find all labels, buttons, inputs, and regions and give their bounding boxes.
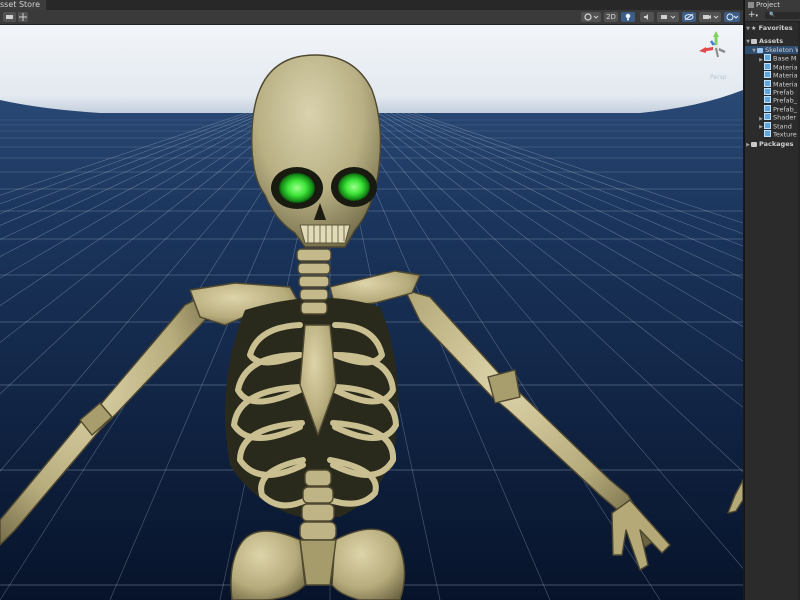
effects-dropdown[interactable] <box>657 12 679 22</box>
draw-mode-dropdown[interactable] <box>581 12 601 22</box>
tab-project[interactable]: Project <box>745 0 800 10</box>
project-tab-label: Project <box>756 1 780 9</box>
audio-icon <box>644 14 648 20</box>
gizmos-dropdown[interactable] <box>724 12 740 22</box>
hidden-objects-toggle[interactable] <box>682 12 696 22</box>
tree-item[interactable]: Materia <box>745 62 800 72</box>
favorites-label: Favorites <box>758 24 793 32</box>
projection-label[interactable]: Persp <box>710 74 727 81</box>
project-toolbar: +▾ 🔍 <box>745 10 800 22</box>
folder-icon <box>764 71 771 79</box>
draw-mode-icon <box>584 13 599 21</box>
folder-icon <box>764 79 771 87</box>
tree-item[interactable]: Materia <box>745 79 800 89</box>
tree-item-label: Texture <box>773 130 797 139</box>
chevron-down-icon: ▾ <box>755 13 759 19</box>
camera-icon <box>703 15 719 19</box>
folder-icon <box>764 54 771 62</box>
folder-icon <box>757 47 763 53</box>
tree-item[interactable]: ▶ Shader <box>745 113 800 122</box>
tree-item[interactable]: ▶ Stand <box>745 121 800 131</box>
tree-item-label: Stand <box>773 122 792 131</box>
search-input[interactable]: 🔍 <box>765 12 800 19</box>
audio-toggle-button[interactable] <box>640 12 654 22</box>
add-label: + <box>748 10 756 20</box>
project-panel: Project +▾ 🔍 ▼★ Favorites ▼ Assets ▼ Skele… <box>744 0 800 600</box>
folder-icon <box>764 62 771 70</box>
scene-viewport[interactable]: Persp <box>0 25 743 600</box>
hand-tool-button[interactable] <box>3 12 16 22</box>
folder-list: ▶ Base M Materia Materia Materia Prefab Prefab… <box>745 54 800 138</box>
project-tab-bar: Project <box>745 0 800 10</box>
scene-panel: sset Store 2D Persp <box>0 0 743 600</box>
gizmos-icon <box>726 13 739 21</box>
tree-item-label: Base M <box>773 54 797 63</box>
star-icon: ★ <box>751 25 757 32</box>
tree-item-label: Skeleton W <box>765 46 800 54</box>
tree-item[interactable]: Prefab_ <box>745 104 800 114</box>
tree-item-label: Materia <box>773 80 798 89</box>
favorites-row[interactable]: ▼★ Favorites <box>745 24 800 33</box>
tree-item-label: Materia <box>773 63 798 72</box>
packages-label: Packages <box>759 140 794 149</box>
tree-item-label: Materia <box>773 71 798 80</box>
scene-render: Persp <box>0 25 743 600</box>
scene-toolbar: 2D <box>0 10 743 25</box>
folder-icon <box>751 141 757 147</box>
folder-icon <box>764 104 771 112</box>
add-asset-button[interactable]: +▾ <box>748 10 758 22</box>
tree-item[interactable]: Materia <box>745 71 800 80</box>
folder-icon <box>751 38 757 44</box>
folder-icon <box>764 87 771 95</box>
eye-slash-icon <box>684 13 694 21</box>
folder-icon <box>764 113 771 121</box>
move-tool-icon <box>19 13 27 21</box>
tree-item-skeleton[interactable]: ▼ Skeleton W <box>745 46 800 55</box>
folder-icon <box>764 129 771 137</box>
left-eye-glow <box>279 173 315 203</box>
packages-row[interactable]: ▶ Packages <box>745 140 800 149</box>
tree-item-label: Prefab <box>773 88 794 97</box>
tree-item-label: Shader <box>773 113 797 122</box>
tree-item[interactable]: Prefab <box>745 87 800 97</box>
assets-label: Assets <box>759 37 784 45</box>
2d-toggle-button[interactable]: 2D <box>604 12 618 22</box>
tab-asset-store[interactable]: sset Store <box>0 0 47 10</box>
effects-icon <box>661 15 676 19</box>
assets-row[interactable]: ▼ Assets <box>745 37 800 46</box>
tree-item[interactable]: ▶ Base M <box>745 54 800 63</box>
tree-item[interactable]: Prefab_ <box>745 96 800 105</box>
right-eye-glow <box>338 173 370 201</box>
camera-dropdown[interactable] <box>699 12 721 22</box>
tree-item-label: Prefab_ <box>773 105 797 114</box>
scene-tab-bar: sset Store <box>0 0 743 10</box>
hand-tool-icon <box>6 15 13 19</box>
lighting-toggle-button[interactable] <box>621 12 635 22</box>
tree-item-label: Prefab_ <box>773 96 797 105</box>
light-bulb-icon <box>625 13 631 21</box>
folder-icon <box>748 2 754 8</box>
folder-icon <box>764 96 771 104</box>
tree-item[interactable]: Texture <box>745 129 800 139</box>
move-tool-button[interactable] <box>18 12 28 22</box>
folder-icon <box>764 121 771 129</box>
